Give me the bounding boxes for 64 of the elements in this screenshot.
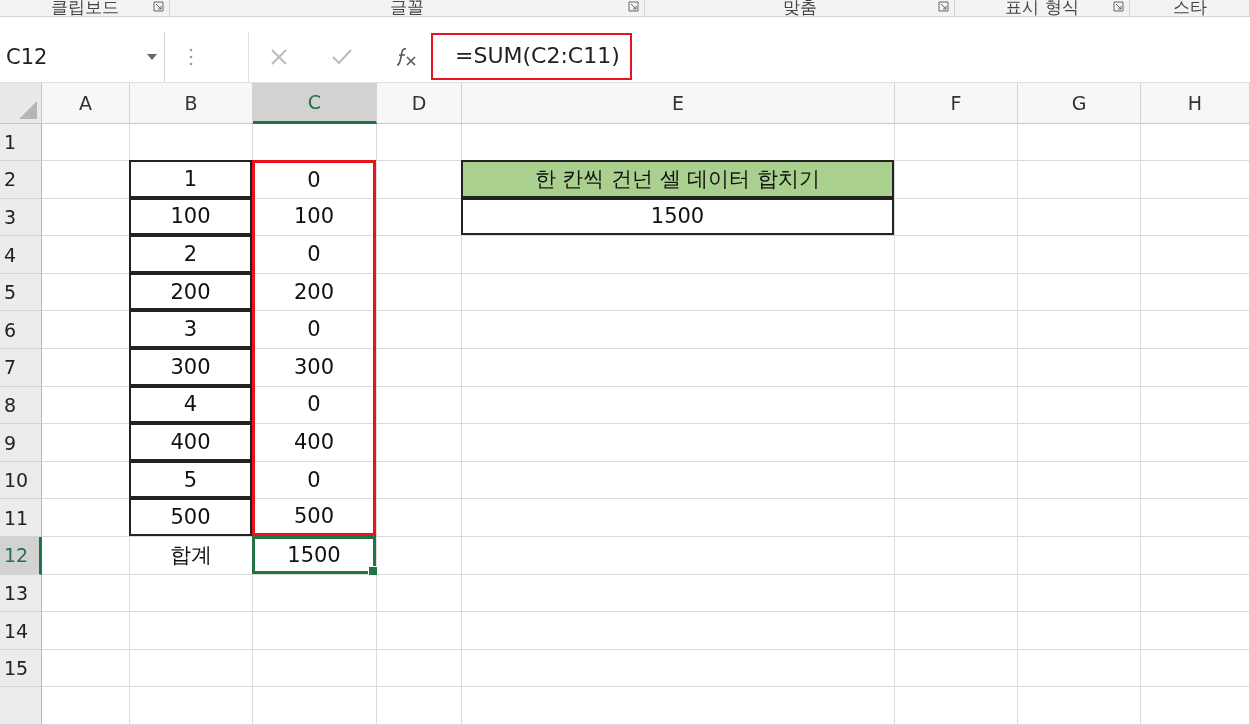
table-cell: 400 [252,423,376,461]
table-cell: 400 [129,423,252,461]
column-header[interactable]: H [1141,82,1250,124]
table-cell: 5 [129,460,252,499]
table-cell-text: 합계 [168,541,213,569]
row-header[interactable]: 10 [0,461,42,500]
column-header[interactable]: C [253,82,377,124]
column-header[interactable]: A [42,82,130,124]
table-cell: 300 [129,348,252,386]
table-cell: 500 [129,498,252,537]
table-cell: 0 [252,310,376,349]
triangle-icon [19,100,37,119]
dialog-launcher-icon[interactable] [938,0,949,12]
table-header-cell: 한 칸씩 건넌 셀 데이터 합치기 [461,160,894,198]
table-cell: 1500 [252,536,376,574]
ribbon-group-label: 맞춤 [782,0,817,16]
checkmark-icon[interactable] [331,47,353,66]
row-header[interactable]: 12 [0,537,42,575]
dialog-launcher-icon[interactable] [153,0,164,12]
row-header[interactable]: 2 [0,161,42,199]
ribbon-group-label: 글꼴 [390,0,424,16]
ribbon-group-label: 클립보드 [50,0,119,16]
table-cell: 200 [129,272,252,311]
row-header[interactable]: 13 [0,574,42,613]
function-icon[interactable] [395,46,418,67]
drag-handle-icon [189,47,193,66]
table-cell: 100 [252,197,376,236]
table-cell: 2 [129,235,252,273]
table-cell: 200 [252,272,376,311]
ribbon-group-label: 스타 [1172,0,1207,16]
row-header[interactable]: 3 [0,198,42,237]
row-header[interactable]: 7 [0,349,42,387]
table-cell: 300 [252,348,376,386]
row-header[interactable]: 11 [0,499,42,538]
formula-field[interactable]: =SUM(C2:C11) [431,33,632,80]
dialog-launcher-icon[interactable] [628,0,639,12]
table-cell: 500 [252,498,376,537]
column-header[interactable]: F [895,82,1018,124]
table-cell: 4 [129,385,252,424]
fill-handle[interactable] [368,565,378,576]
table-cell: 0 [252,385,376,424]
row-header[interactable]: 5 [0,273,42,312]
dropdown-caret-icon[interactable] [146,52,158,61]
row-header[interactable]: 8 [0,386,42,425]
row-header[interactable]: 9 [0,424,42,462]
row-header[interactable]: 4 [0,236,42,274]
table-cell: 100 [129,197,252,236]
column-header[interactable]: G [1018,82,1141,124]
row-header[interactable]: 1 [0,123,42,162]
row-header[interactable]: 6 [0,311,42,350]
table-cell: 0 [252,160,376,198]
table-cell: 3 [129,310,252,349]
table-cell: 0 [252,460,376,499]
row-header[interactable]: 15 [0,649,42,688]
table-cell: 1 [129,160,252,198]
row-header[interactable]: 14 [0,612,42,650]
dialog-launcher-icon[interactable] [1113,0,1124,12]
column-header[interactable]: D [377,82,462,124]
table-cell: 1500 [461,197,894,236]
column-header[interactable]: E [462,82,895,124]
table-cell: 0 [252,235,376,273]
ribbon-group-label: 표시 형식 [1005,0,1079,16]
column-header[interactable]: B [130,82,253,124]
name-box[interactable]: C12 [0,31,165,82]
